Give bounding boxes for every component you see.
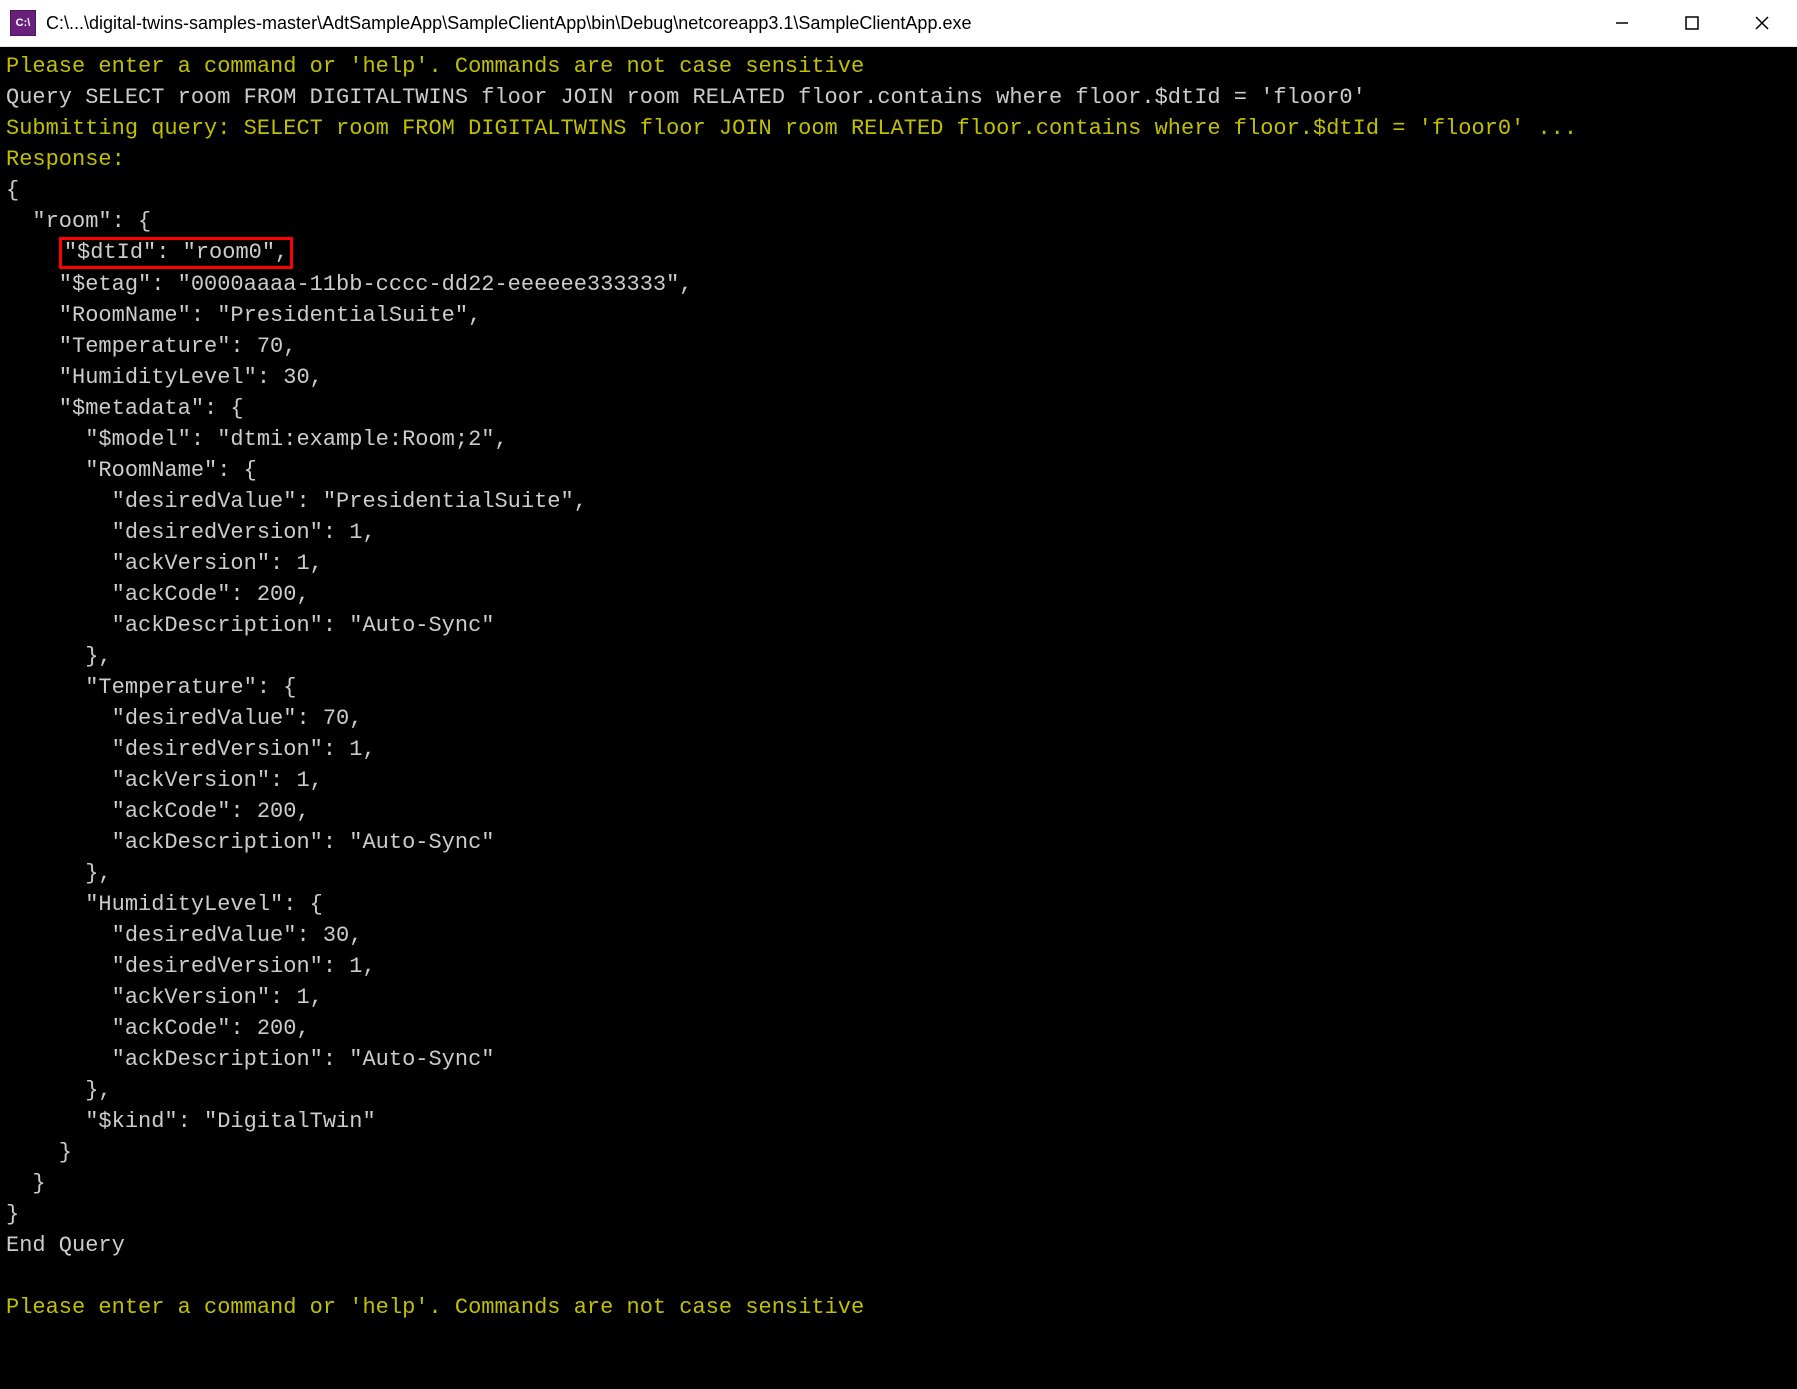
json-line: "$kind": "DigitalTwin" <box>6 1109 376 1134</box>
close-icon <box>1754 15 1770 31</box>
json-line: "desiredValue": 30, <box>6 923 362 948</box>
json-line: "RoomName": { <box>6 458 257 483</box>
minimize-button[interactable] <box>1587 0 1657 46</box>
json-line: "desiredValue": "PresidentialSuite", <box>6 489 587 514</box>
json-line: "ackCode": 200, <box>6 799 310 824</box>
json-line: "desiredValue": 70, <box>6 706 362 731</box>
json-line: "ackVersion": 1, <box>6 768 323 793</box>
json-line: "desiredVersion": 1, <box>6 954 376 979</box>
json-line: "desiredVersion": 1, <box>6 520 376 545</box>
json-line: }, <box>6 1078 112 1103</box>
titlebar[interactable]: C:\ C:\...\digital-twins-samples-master\… <box>0 0 1797 47</box>
json-line: "HumidityLevel": { <box>6 892 323 917</box>
highlighted-dtid: "$dtId": "room0", <box>59 237 293 269</box>
close-button[interactable] <box>1727 0 1797 46</box>
json-line: "Temperature": 70, <box>6 334 296 359</box>
app-window: C:\ C:\...\digital-twins-samples-master\… <box>0 0 1797 1389</box>
json-line: "ackVersion": 1, <box>6 985 323 1010</box>
json-line: "$metadata": { <box>6 396 244 421</box>
query-echo-line: Query SELECT room FROM DIGITALTWINS floo… <box>6 85 1366 110</box>
submitting-line: Submitting query: SELECT room FROM DIGIT… <box>6 116 1577 141</box>
minimize-icon <box>1614 15 1630 31</box>
json-line: } <box>6 1202 19 1227</box>
end-query-line: End Query <box>6 1233 125 1258</box>
maximize-button[interactable] <box>1657 0 1727 46</box>
json-line: "ackDescription": "Auto-Sync" <box>6 1047 494 1072</box>
json-line: "ackCode": 200, <box>6 582 310 607</box>
window-title: C:\...\digital-twins-samples-master\AdtS… <box>46 13 1587 34</box>
console-output[interactable]: Please enter a command or 'help'. Comman… <box>0 47 1797 1389</box>
json-line: "$model": "dtmi:example:Room;2", <box>6 427 508 452</box>
json-line: "ackVersion": 1, <box>6 551 323 576</box>
json-line: } <box>6 1171 46 1196</box>
app-icon: C:\ <box>10 10 36 36</box>
json-line: "$etag": "0000aaaa-11bb-cccc-dd22-eeeeee… <box>6 272 693 297</box>
window-controls <box>1587 0 1797 46</box>
json-line: }, <box>6 861 112 886</box>
json-line: "ackDescription": "Auto-Sync" <box>6 830 494 855</box>
json-line: { <box>6 178 19 203</box>
json-line: }, <box>6 644 112 669</box>
json-line: "ackCode": 200, <box>6 1016 310 1041</box>
json-line: "ackDescription": "Auto-Sync" <box>6 613 494 638</box>
json-line: "room": { <box>6 209 151 234</box>
prompt-line: Please enter a command or 'help'. Comman… <box>6 1295 864 1320</box>
json-line: "$dtId": "room0", <box>6 240 293 265</box>
maximize-icon <box>1684 15 1700 31</box>
json-line: "Temperature": { <box>6 675 296 700</box>
json-line: } <box>6 1140 72 1165</box>
json-line: "RoomName": "PresidentialSuite", <box>6 303 481 328</box>
response-label: Response: <box>6 147 125 172</box>
json-line: "HumidityLevel": 30, <box>6 365 323 390</box>
json-line: "desiredVersion": 1, <box>6 737 376 762</box>
prompt-line: Please enter a command or 'help'. Comman… <box>6 54 864 79</box>
